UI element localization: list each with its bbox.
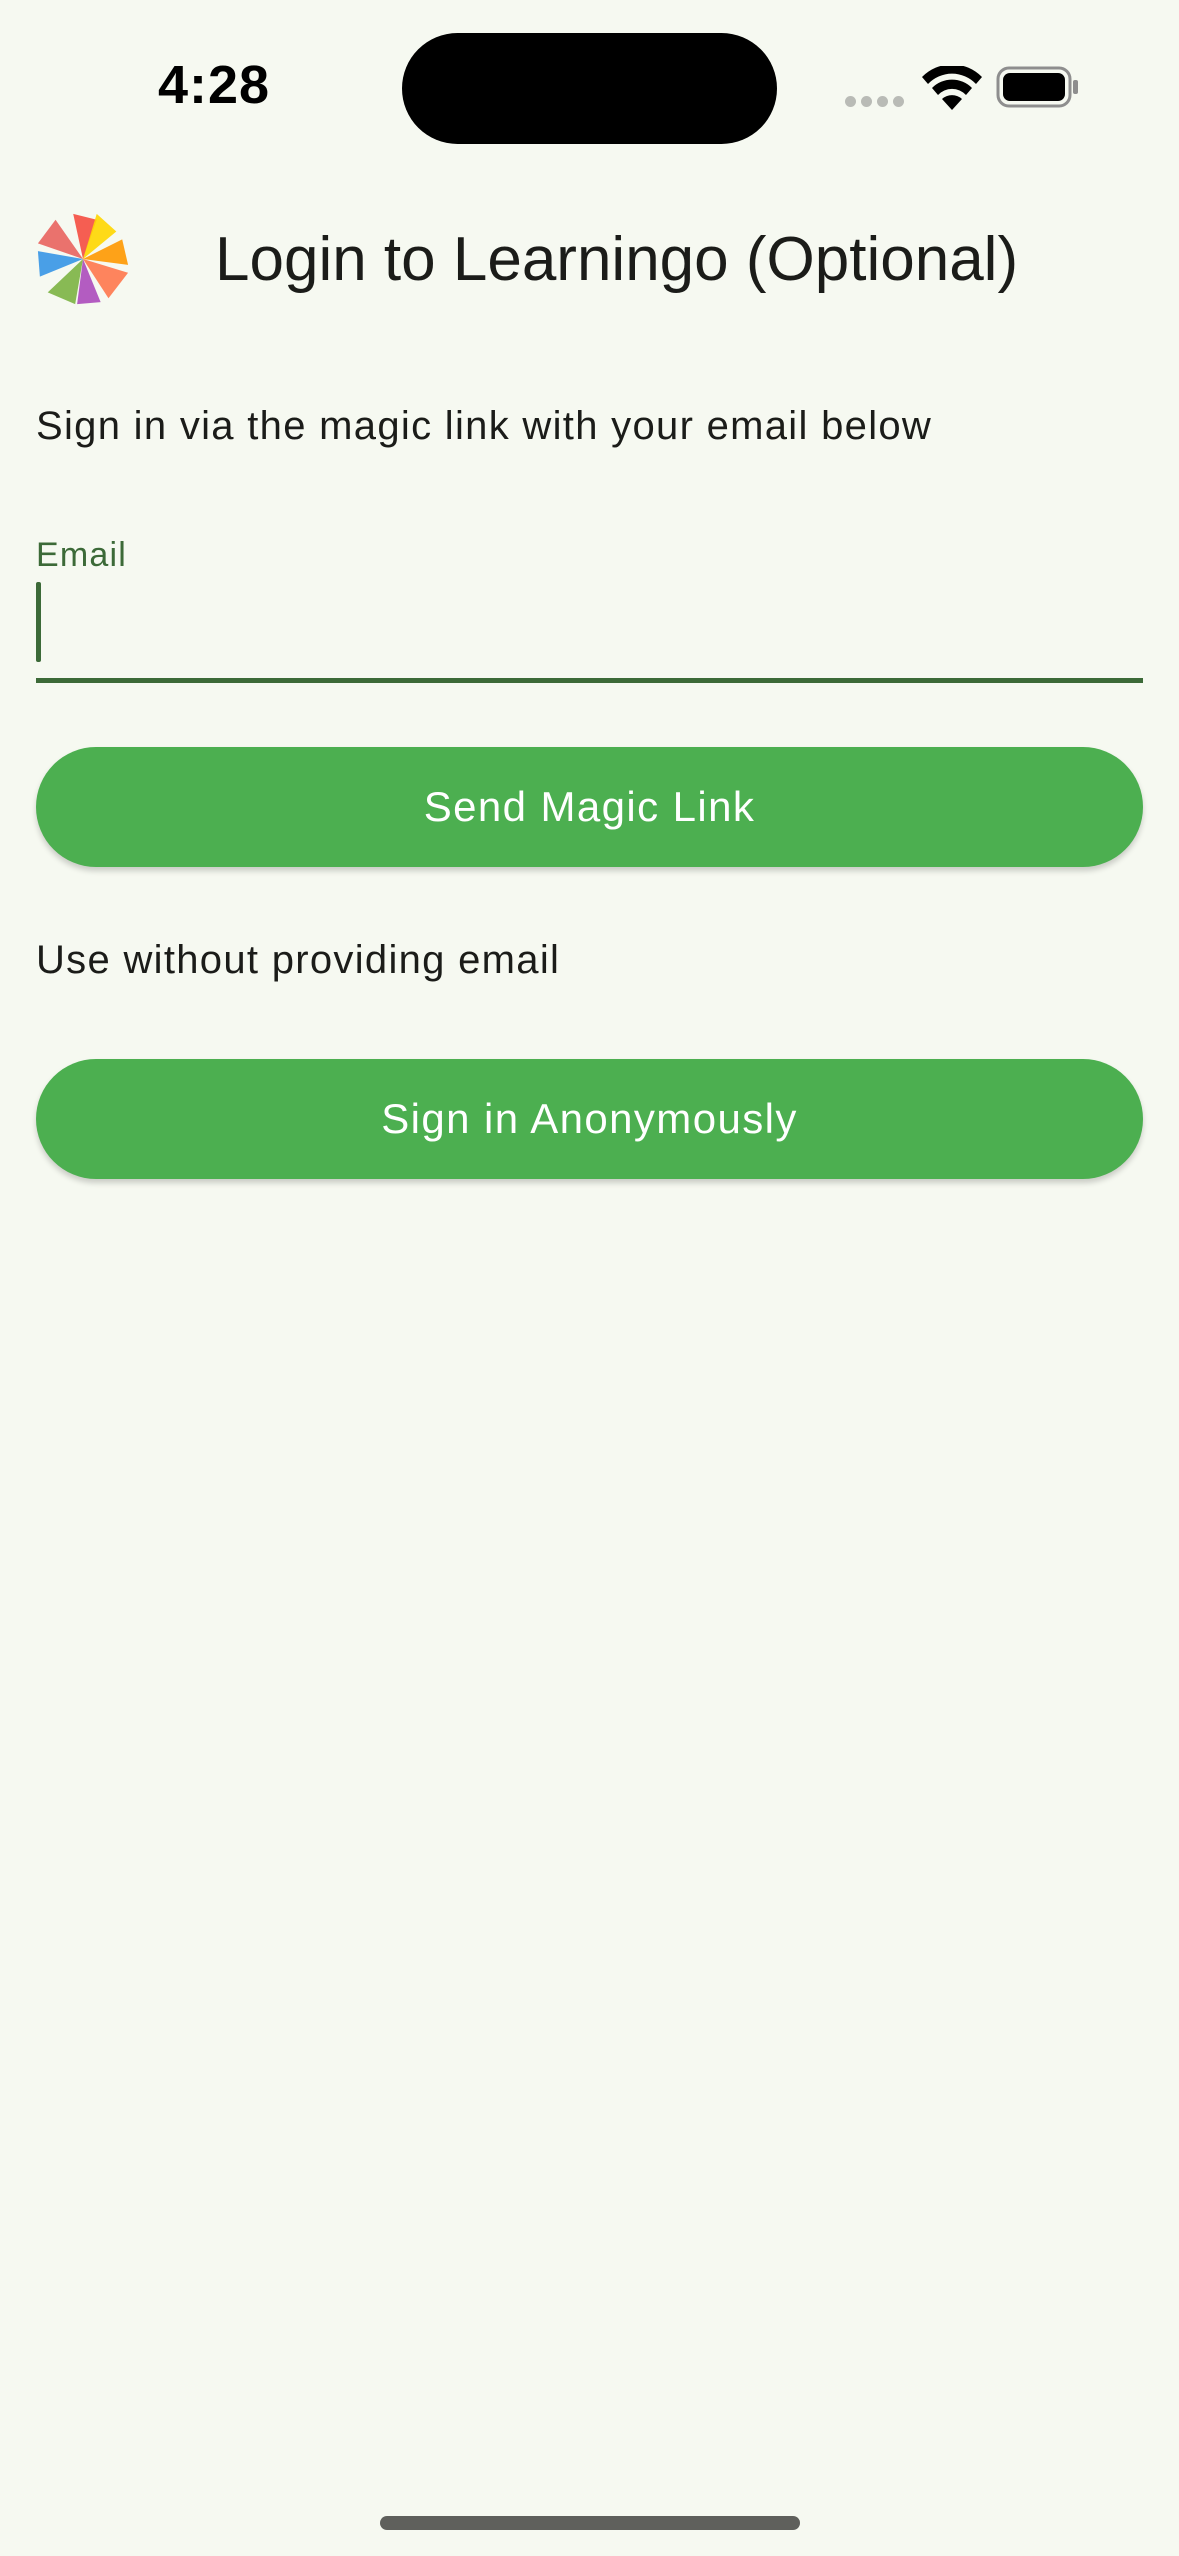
send-magic-link-label: Send Magic Link — [423, 783, 756, 830]
battery-icon — [996, 66, 1078, 108]
home-indicator[interactable] — [380, 2516, 800, 2530]
cellular-signal-icon — [845, 96, 905, 108]
wifi-icon — [922, 66, 982, 110]
sign-in-anonymously-label: Sign in Anonymously — [381, 1095, 798, 1142]
status-time: 4:28 — [158, 55, 271, 115]
email-label: Email — [36, 536, 128, 574]
anonymous-caption: Use without providing email — [36, 938, 561, 982]
send-magic-link-button[interactable]: Send Magic Link — [36, 747, 1143, 867]
email-underline — [36, 678, 1143, 683]
pinwheel-logo-icon — [37, 213, 129, 305]
magic-link-instructions: Sign in via the magic link with your ema… — [36, 404, 933, 448]
status-bar: 4:28 — [0, 0, 1179, 150]
sign-in-anonymously-button[interactable]: Sign in Anonymously — [36, 1059, 1143, 1179]
dynamic-island — [402, 33, 777, 144]
text-caret — [36, 582, 41, 662]
email-input[interactable] — [36, 580, 1143, 676]
page-title: Login to Learningo (Optional) — [215, 225, 1019, 294]
email-field[interactable]: Email — [36, 530, 1143, 684]
